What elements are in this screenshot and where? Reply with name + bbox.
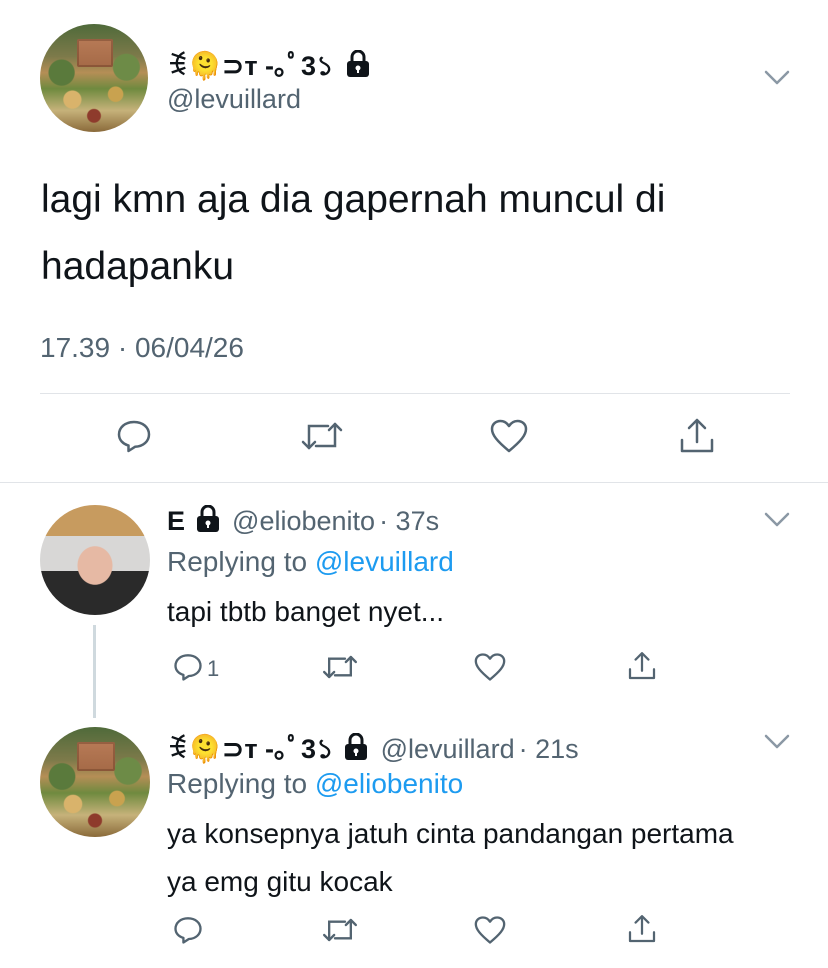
reply-time[interactable]: · 37s <box>379 506 439 536</box>
lock-icon <box>347 49 370 77</box>
mention-link[interactable]: @eliobenito <box>315 768 463 799</box>
heart-icon[interactable] <box>489 418 529 454</box>
chevron-down-icon[interactable] <box>764 512 790 528</box>
retweet-icon[interactable] <box>300 418 344 454</box>
tweet-timestamp[interactable]: 17.39 · 06/04/26 <box>40 332 244 364</box>
reply-handle[interactable]: @eliobenito <box>232 506 375 536</box>
share-icon[interactable] <box>626 913 658 945</box>
avatar-house-detail <box>76 39 114 68</box>
reply-text: tapi tbtb banget nyet... <box>167 596 445 627</box>
share-icon[interactable] <box>677 416 717 456</box>
reply-count: 1 <box>207 656 220 681</box>
lock-icon <box>196 504 219 532</box>
reply-text: ya konsepnya jatuh cinta pandangan perta… <box>167 818 734 897</box>
reply-icon[interactable] <box>173 915 203 945</box>
display-name-text: E <box>167 506 186 536</box>
reply-handle[interactable]: @levuillard <box>381 734 515 764</box>
avatar[interactable] <box>40 505 150 615</box>
chevron-down-icon[interactable] <box>764 70 790 86</box>
reply-icon[interactable] <box>116 418 152 454</box>
chevron-down-icon[interactable] <box>764 734 790 750</box>
lock-icon <box>345 732 368 760</box>
replying-to: Replying to @eliobenito <box>167 768 463 800</box>
retweet-icon[interactable] <box>321 915 359 945</box>
divider <box>0 482 828 483</box>
reply-display-name[interactable]: ꉂ🫠⊃ᴛ -｡ﾟ3১ @levuillard · 21s <box>167 727 579 774</box>
thread-connector <box>93 625 96 718</box>
share-icon[interactable] <box>626 650 658 682</box>
reply-time[interactable]: · 21s <box>519 734 579 764</box>
retweet-icon[interactable] <box>321 652 359 682</box>
heart-icon[interactable] <box>473 915 507 945</box>
replying-label: Replying to <box>167 768 308 799</box>
handle[interactable]: @levuillard <box>167 84 301 115</box>
avatar-house-detail <box>77 742 115 771</box>
heart-icon[interactable] <box>473 652 507 682</box>
replying-label: Replying to <box>167 546 308 577</box>
divider <box>40 393 790 394</box>
reply-display-name[interactable]: E @eliobenito · 37s <box>167 504 439 537</box>
avatar[interactable] <box>40 24 148 132</box>
display-name-text: ꉂ🫠⊃ᴛ -｡ﾟ3১ <box>167 51 334 81</box>
mention-link[interactable]: @levuillard <box>315 546 454 577</box>
tweet-text: lagi kmn aja dia gapernah muncul di hada… <box>41 178 666 288</box>
reply-icon[interactable] <box>173 652 203 682</box>
replying-to: Replying to @levuillard <box>167 546 454 578</box>
avatar[interactable] <box>40 727 150 837</box>
display-name-text: ꉂ🫠⊃ᴛ -｡ﾟ3১ <box>167 734 334 764</box>
